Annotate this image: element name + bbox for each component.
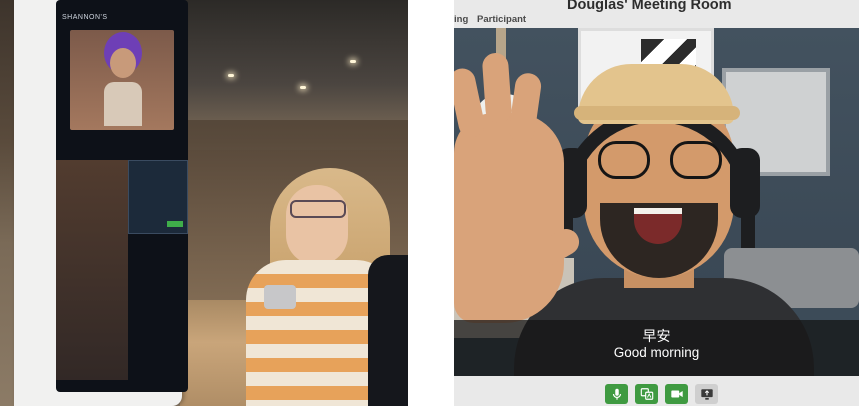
avatar-head xyxy=(110,48,136,78)
ceiling-light xyxy=(350,60,356,63)
cap-brim xyxy=(574,106,740,120)
room-title: Douglas' Meeting Room xyxy=(567,0,732,13)
screen-reflection xyxy=(56,160,128,380)
video-camera-icon xyxy=(670,390,683,398)
video-feed: 早安 Good morning xyxy=(454,28,859,376)
kiosk-screen: SHANNON'S xyxy=(56,0,188,392)
meeting-topbar: ing Participant Douglas' Meeting Room xyxy=(454,0,859,28)
mic-button[interactable] xyxy=(605,384,628,404)
phone xyxy=(264,285,296,309)
caption-translation-text: Good morning xyxy=(613,345,700,360)
microphone-icon xyxy=(612,388,621,400)
meeting-controls xyxy=(454,376,859,406)
meeting-window: ing Participant Douglas' Meeting Room 早安… xyxy=(454,0,859,406)
kiosk-brand-label: SHANNON'S xyxy=(62,14,108,21)
translate-icon xyxy=(640,388,653,400)
screen-share-button[interactable] xyxy=(695,384,718,404)
avatar-body xyxy=(104,82,142,126)
kiosk-order-card xyxy=(128,160,188,234)
ceiling xyxy=(180,0,408,120)
person-silhouette xyxy=(368,255,408,406)
girl-face xyxy=(286,185,348,265)
kiosk-frame: SHANNON'S xyxy=(14,0,188,406)
waving-hand xyxy=(454,113,564,323)
kiosk-add-button xyxy=(167,221,183,227)
screen-share-icon xyxy=(700,389,713,400)
kiosk-photo: SHANNON'S xyxy=(0,0,408,406)
translate-button[interactable] xyxy=(635,384,658,404)
ceiling-light xyxy=(300,86,306,89)
hand-finger xyxy=(481,52,513,124)
tab-participant[interactable]: Participant xyxy=(477,14,526,25)
caption-original-text: 早安 xyxy=(642,329,671,345)
tab-meeting[interactable]: ing xyxy=(454,14,468,25)
ceiling-light xyxy=(228,74,234,77)
girl-glasses xyxy=(290,200,346,218)
camera-button[interactable] xyxy=(665,384,688,404)
headphones-ear-right xyxy=(730,148,760,218)
kiosk-avatar xyxy=(70,30,174,130)
